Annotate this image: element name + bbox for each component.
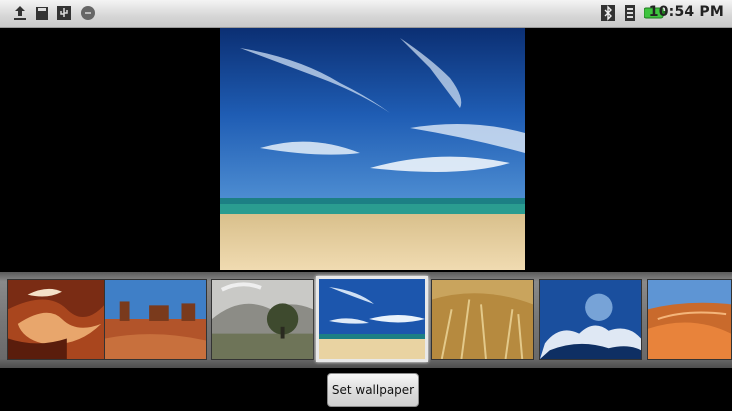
wallpaper-picker-screen: 10:54 PM Set wallpaper (0, 0, 732, 411)
thumbnail-canyon[interactable] (7, 279, 110, 360)
thumbnail-wheat-field[interactable] (431, 279, 534, 360)
thumbnail-tree-hills[interactable] (211, 279, 314, 360)
thumbnail-desert-buttes[interactable] (104, 279, 207, 360)
usb-icon (57, 6, 71, 20)
wallpaper-preview (220, 28, 525, 270)
upload-icon (14, 6, 26, 20)
wallpaper-gallery[interactable] (0, 272, 732, 368)
notification-dot-icon (81, 6, 95, 20)
bluetooth-icon (601, 5, 615, 21)
thumbnail-sand-dunes[interactable] (647, 279, 732, 360)
sd-card-icon (36, 7, 48, 20)
thumbnail-clouds-sky[interactable] (539, 279, 642, 360)
signal-icon (625, 5, 635, 21)
status-bar: 10:54 PM (0, 0, 732, 28)
clock: 10:54 PM (648, 4, 724, 20)
set-wallpaper-button[interactable]: Set wallpaper (327, 373, 419, 407)
thumbnail-beach-sky-selected[interactable] (316, 276, 428, 362)
